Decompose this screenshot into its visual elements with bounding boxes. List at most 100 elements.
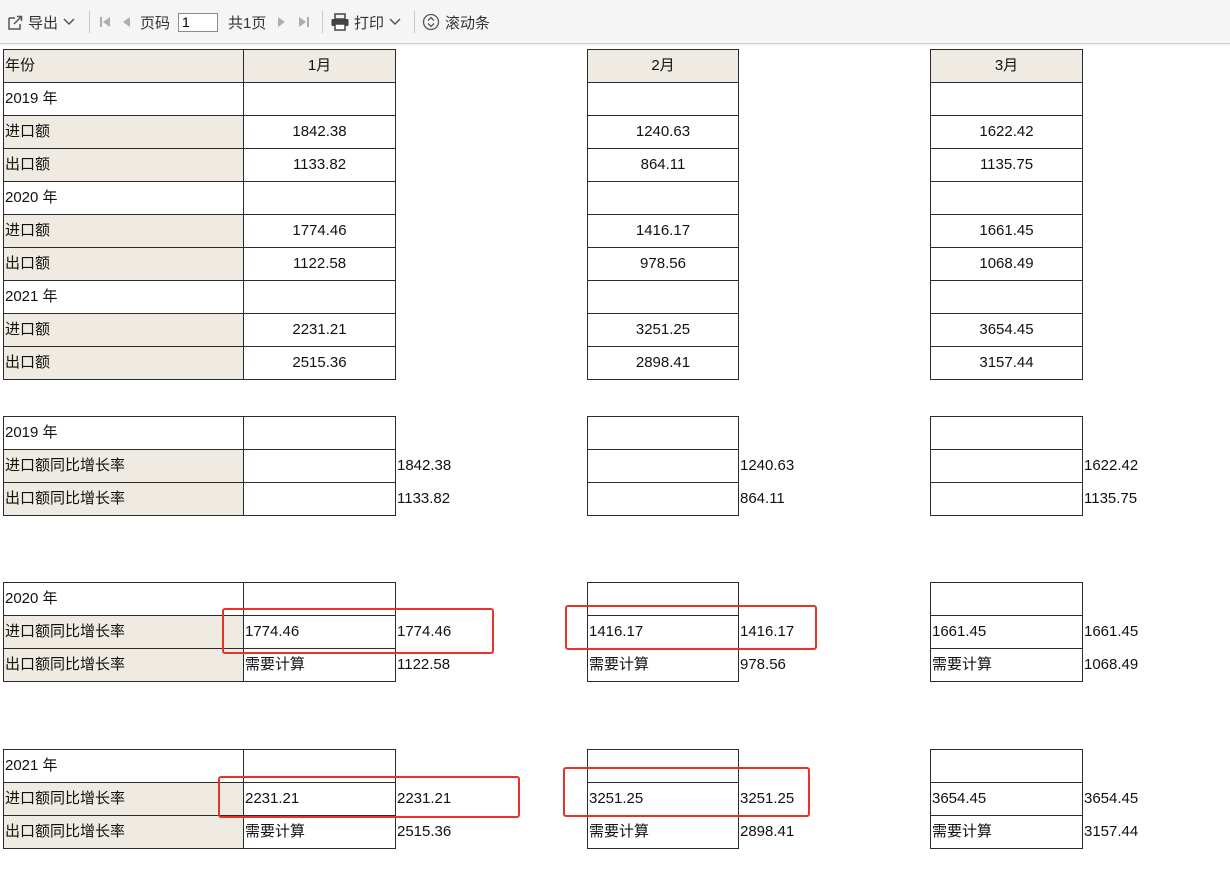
header-month-2: 2月	[587, 49, 739, 83]
value-cell: 978.56	[587, 247, 739, 281]
header-month-1: 1月	[243, 49, 396, 83]
side-value: 2898.41	[740, 823, 795, 840]
toolbar-divider	[89, 11, 90, 33]
growth-row-label: 进口额同比增长率	[3, 782, 244, 816]
chevron-down-icon	[388, 17, 402, 27]
growth-row-label: 出口额同比增长率	[3, 648, 244, 682]
empty-cell	[930, 416, 1083, 450]
growth-value-cell	[587, 449, 739, 483]
side-value: 978.56	[740, 656, 786, 673]
page-label: 页码	[140, 14, 171, 32]
block-year-label: 2020 年	[3, 582, 244, 616]
highlight-box	[563, 767, 810, 817]
value-cell	[930, 280, 1083, 314]
last-page-icon[interactable]	[296, 12, 312, 32]
row-label: 进口额	[3, 214, 244, 248]
side-value: 1842.38	[397, 457, 452, 474]
row-label: 出口额	[3, 346, 244, 380]
prev-page-icon[interactable]	[119, 12, 133, 32]
value-cell: 2231.21	[243, 313, 396, 347]
total-pages-label: 共1页	[228, 14, 267, 32]
header-year-label: 年份	[3, 49, 244, 83]
row-label: 进口额	[3, 313, 244, 347]
value-cell: 1661.45	[930, 214, 1083, 248]
value-cell: 3654.45	[930, 313, 1083, 347]
first-page-icon[interactable]	[97, 12, 113, 32]
value-cell	[243, 280, 396, 314]
highlight-box	[222, 608, 494, 654]
growth-value-cell	[243, 482, 396, 516]
side-value: 1240.63	[740, 457, 795, 474]
highlight-box	[565, 605, 817, 650]
value-cell	[587, 82, 739, 116]
growth-value-cell	[930, 482, 1083, 516]
growth-value-cell	[587, 482, 739, 516]
export-label: 导出	[28, 14, 59, 32]
year-label: 2021 年	[3, 280, 244, 314]
toolbar-divider	[322, 11, 323, 33]
value-cell: 864.11	[587, 148, 739, 182]
value-cell: 1133.82	[243, 148, 396, 182]
value-cell	[587, 280, 739, 314]
side-value: 3157.44	[1084, 823, 1139, 840]
side-value: 3654.45	[1084, 790, 1139, 807]
row-label: 出口额	[3, 148, 244, 182]
empty-cell	[930, 749, 1083, 783]
row-label: 出口额	[3, 247, 244, 281]
toolbar-divider	[414, 11, 415, 33]
chevron-down-icon	[62, 17, 76, 27]
value-cell: 1135.75	[930, 148, 1083, 182]
side-value: 2515.36	[397, 823, 452, 840]
growth-value-cell	[243, 449, 396, 483]
value-cell: 1240.63	[587, 115, 739, 149]
value-cell: 1416.17	[587, 214, 739, 248]
export-menu[interactable]: 导出	[6, 12, 76, 32]
growth-value-cell: 需要计算	[587, 815, 739, 849]
growth-row-label: 出口额同比增长率	[3, 482, 244, 516]
export-icon	[6, 13, 24, 31]
growth-value-cell: 1661.45	[930, 615, 1083, 649]
growth-row-label: 进口额同比增长率	[3, 449, 244, 483]
growth-row-label: 进口额同比增长率	[3, 615, 244, 649]
value-cell: 1622.42	[930, 115, 1083, 149]
side-value: 1622.42	[1084, 457, 1139, 474]
scrollbar-toggle[interactable]: 滚动条	[422, 12, 490, 32]
header-month-3: 3月	[930, 49, 1083, 83]
empty-cell	[587, 416, 739, 450]
page-number-field[interactable]	[178, 12, 218, 32]
side-value: 1068.49	[1084, 656, 1139, 673]
print-menu[interactable]: 打印	[330, 12, 402, 32]
value-cell	[243, 82, 396, 116]
block-year-label: 2021 年	[3, 749, 244, 783]
printer-icon	[330, 13, 350, 31]
growth-value-cell: 需要计算	[930, 815, 1083, 849]
year-label: 2019 年	[3, 82, 244, 116]
print-label: 打印	[354, 14, 385, 32]
growth-value-cell: 需要计算	[587, 648, 739, 682]
empty-cell	[930, 582, 1083, 616]
value-cell: 2515.36	[243, 346, 396, 380]
value-cell	[243, 181, 396, 215]
value-cell	[587, 181, 739, 215]
next-page-icon[interactable]	[275, 12, 289, 32]
scroll-label: 滚动条	[445, 14, 491, 32]
row-label: 进口额	[3, 115, 244, 149]
value-cell	[930, 82, 1083, 116]
growth-value-cell	[930, 449, 1083, 483]
value-cell: 1774.46	[243, 214, 396, 248]
growth-value-cell: 3654.45	[930, 782, 1083, 816]
value-cell	[930, 181, 1083, 215]
value-cell: 2898.41	[587, 346, 739, 380]
growth-value-cell: 需要计算	[243, 815, 396, 849]
value-cell: 1842.38	[243, 115, 396, 149]
side-value: 1135.75	[1084, 490, 1138, 507]
value-cell: 1122.58	[243, 247, 396, 281]
growth-row-label: 出口额同比增长率	[3, 815, 244, 849]
empty-cell	[243, 416, 396, 450]
report-toolbar: 导出 页码 共1页 打印 滚动条	[0, 0, 1230, 44]
page-input[interactable]	[178, 12, 218, 32]
highlight-box	[218, 776, 520, 818]
side-value: 1133.82	[397, 490, 451, 507]
growth-value-cell: 需要计算	[930, 648, 1083, 682]
block-year-label: 2019 年	[3, 416, 244, 450]
